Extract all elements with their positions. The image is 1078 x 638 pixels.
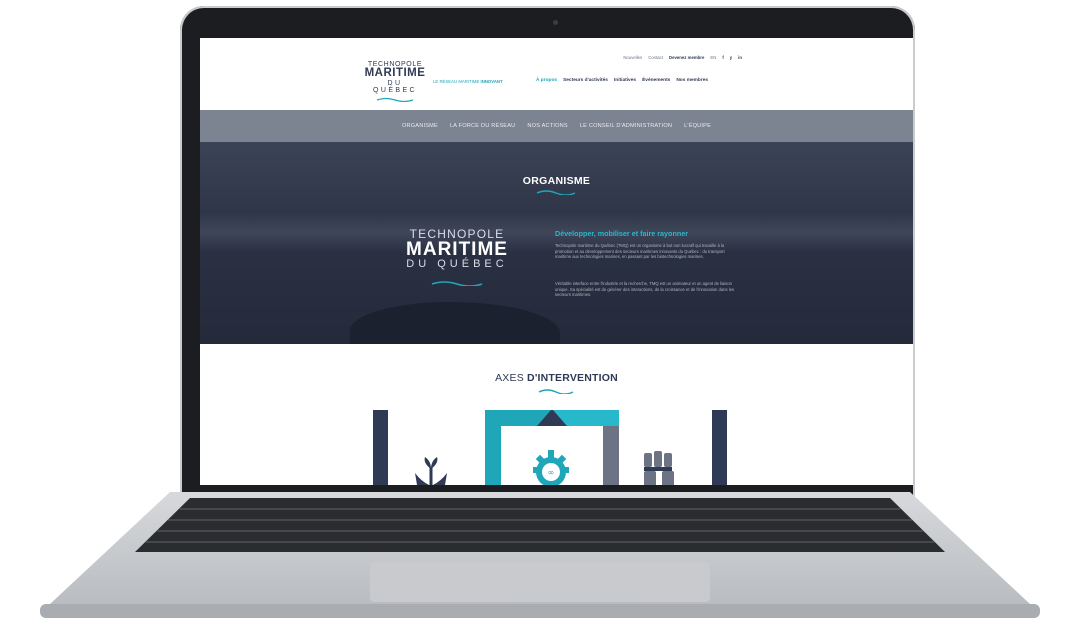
nav-item-members[interactable]: Nos membres <box>676 78 708 83</box>
laptop-keyboard-base <box>40 492 1040 618</box>
axes-title-prefix: AXES <box>495 372 524 384</box>
utility-link-become-member[interactable]: Devenez membre <box>669 55 704 60</box>
hero-paragraph-1: Technopole maritime du Québec (TMQ) est … <box>555 243 725 260</box>
main-nav: À propos Secteurs d'activités Initiative… <box>536 78 708 83</box>
language-toggle[interactable]: EN <box>710 55 716 60</box>
tagline-prefix: LE RÉSEAU MARITIME <box>433 79 480 84</box>
hero-logo-line2: MARITIME <box>406 239 508 260</box>
svg-text:∞: ∞ <box>548 468 555 477</box>
site-header: TECHNOPOLE MARITIME DU QUÉBEC LE RÉSEAU … <box>200 38 913 110</box>
nav-item-events[interactable]: Événements <box>642 78 670 83</box>
facebook-icon[interactable]: f <box>722 55 723 60</box>
nav-item-initiatives[interactable]: Initiatives <box>614 78 636 83</box>
hero-section: ORGANISME TECHNOPOLE MARITIME DU QUÉBEC … <box>200 142 913 344</box>
twitter-icon[interactable]: y <box>730 55 732 60</box>
logo-line2: MARITIME <box>364 67 426 79</box>
subnav-item-organisme[interactable]: ORGANISME <box>402 123 438 129</box>
subnav-item-team[interactable]: L'ÉQUIPE <box>684 123 711 129</box>
hero-paragraph-2: Véritable interface entre l'industrie et… <box>555 281 735 298</box>
axes-title: AXES D'INTERVENTION <box>200 372 913 384</box>
linkedin-icon[interactable]: in <box>738 55 742 60</box>
hero-logo-line3: DU QUÉBEC <box>406 258 508 270</box>
sub-nav: ORGANISME LA FORCE DU RÉSEAU NOS ACTIONS… <box>200 110 913 142</box>
subnav-item-actions[interactable]: NOS ACTIONS <box>527 123 567 129</box>
camera-icon <box>553 20 558 25</box>
wave-icon <box>376 97 414 102</box>
utility-link-news[interactable]: Nouvelles <box>623 55 642 60</box>
hero-heading: Développer, mobiliser et faire rayonner <box>555 229 689 238</box>
subnav-item-board[interactable]: LE CONSEIL D'ADMINISTRATION <box>580 123 672 129</box>
axis-bar-left <box>373 410 388 485</box>
tagline: LE RÉSEAU MARITIME INNOVANT <box>433 79 503 84</box>
axis-bar-right <box>712 410 727 485</box>
wave-icon <box>536 190 576 195</box>
axes-title-emphasis: D'INTERVENTION <box>527 372 618 384</box>
utility-link-contact[interactable]: Contact <box>648 55 663 60</box>
browser-screen: TECHNOPOLE MARITIME DU QUÉBEC LE RÉSEAU … <box>200 38 913 485</box>
gear-icon: ∞ <box>533 450 569 485</box>
joined-hands-icon <box>644 451 674 485</box>
site-logo[interactable]: TECHNOPOLE MARITIME DU QUÉBEC <box>364 61 426 102</box>
hero-logo: TECHNOPOLE MARITIME DU QUÉBEC <box>396 228 518 286</box>
hero-title: ORGANISME <box>522 175 591 187</box>
axes-section: AXES D'INTERVENTION ∞ <box>200 344 913 485</box>
utility-nav: Nouvelles Contact Devenez membre EN f y … <box>582 55 742 60</box>
nav-item-about[interactable]: À propos <box>536 78 557 83</box>
subnav-item-network-strength[interactable]: LA FORCE DU RÉSEAU <box>450 123 515 129</box>
tagline-emphasis: INNOVANT <box>480 79 503 84</box>
hero-background-island <box>350 302 560 344</box>
wave-icon <box>538 389 574 394</box>
nav-item-sectors[interactable]: Secteurs d'activités <box>563 78 608 83</box>
wave-icon <box>431 281 483 286</box>
plant-hands-icon <box>415 457 447 485</box>
logo-line3: DU QUÉBEC <box>373 79 417 94</box>
